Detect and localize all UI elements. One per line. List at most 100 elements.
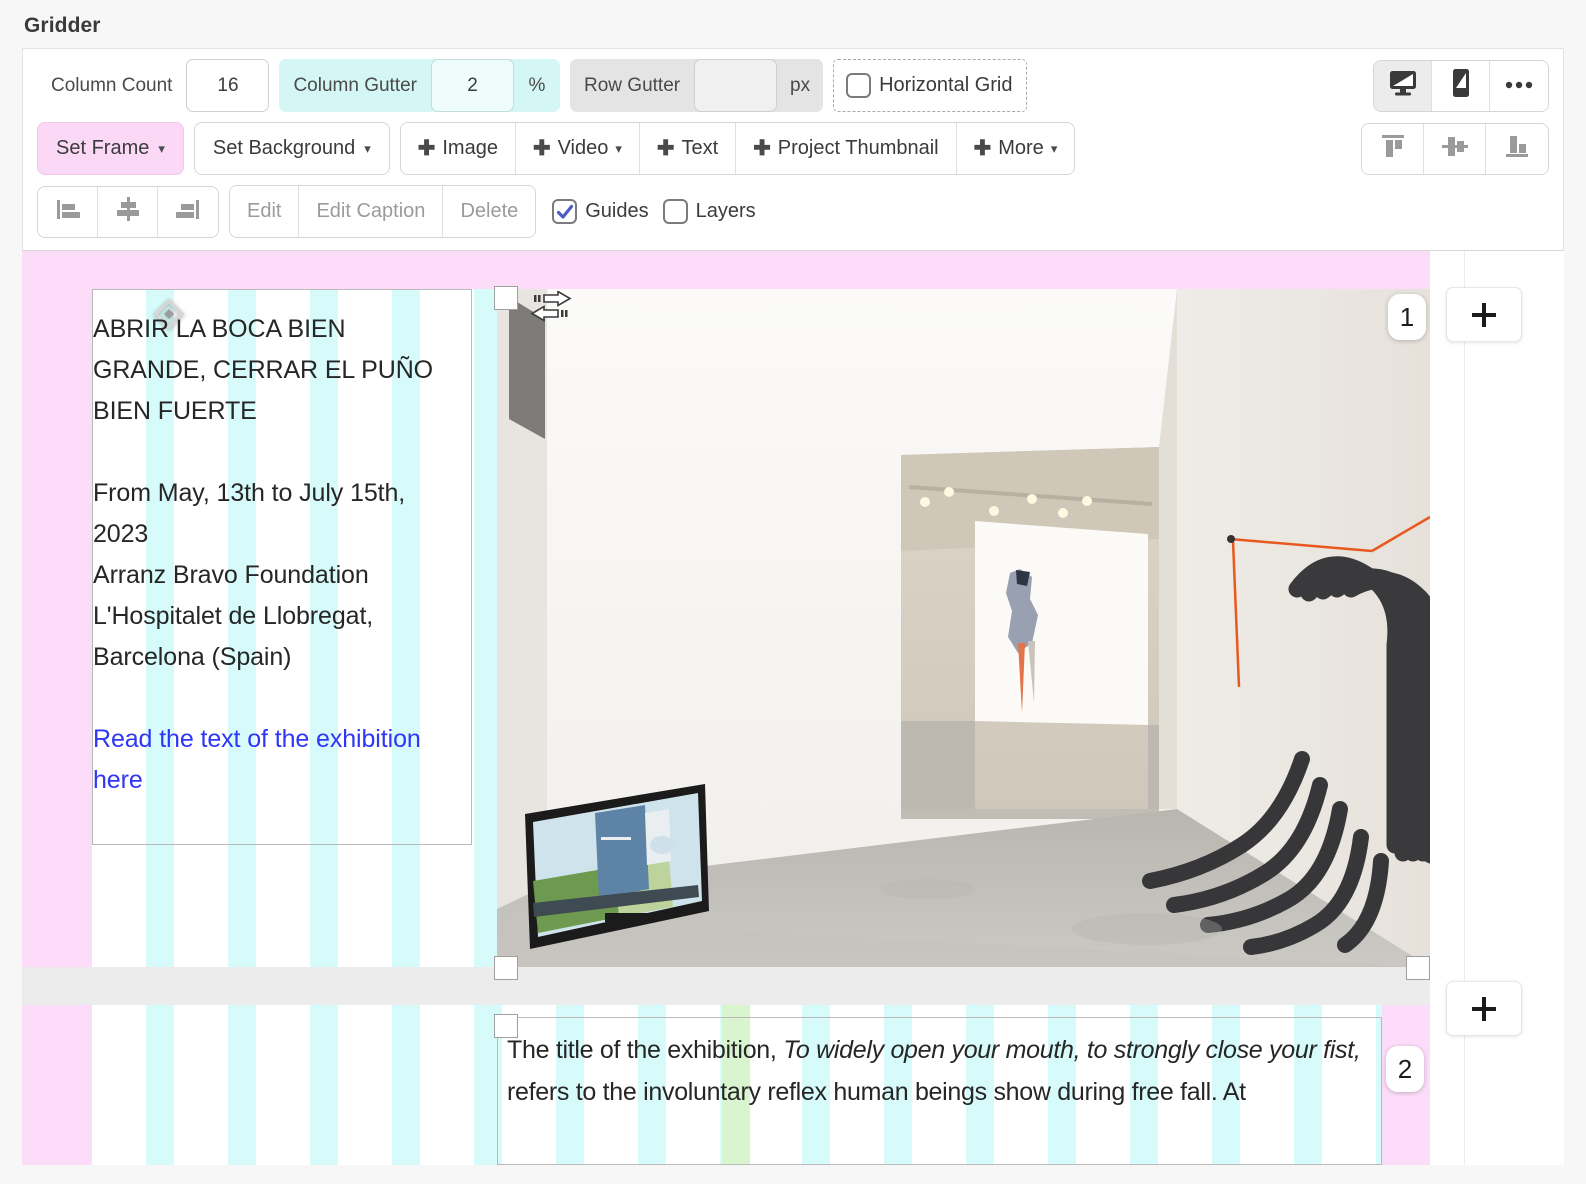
plus-icon: ✚ xyxy=(753,138,771,159)
resize-handle-bottom-left[interactable] xyxy=(494,956,518,980)
add-more-button[interactable]: ✚ More ▾ xyxy=(957,123,1075,174)
text-spacer xyxy=(93,432,465,473)
align-middle-icon xyxy=(1438,129,1472,168)
add-section-button-2[interactable] xyxy=(1446,981,1522,1036)
vertical-align-group xyxy=(1361,123,1549,175)
ellipsis-icon xyxy=(1504,77,1534,95)
add-text-label: Text xyxy=(682,137,719,160)
set-frame-label: Set Frame xyxy=(56,137,149,160)
body-text-part2: refers to the involuntary reflex human b… xyxy=(507,1078,1246,1106)
text-spacer-2 xyxy=(93,678,465,719)
align-top-icon xyxy=(1376,129,1410,168)
row-gutter-band xyxy=(22,967,1430,1005)
toolbar-row-edit: Edit Edit Caption Delete Guides Layers xyxy=(23,175,1563,250)
row-gutter-group: Row Gutter px xyxy=(570,59,823,112)
exhibition-dates: From May, 13th to July 15th, 2023 xyxy=(93,473,465,555)
gallery-installation-photo[interactable] xyxy=(497,289,1430,967)
insert-button-bar: ✚ Image ✚ Video ▾ ✚ Text ✚ Project Thumb… xyxy=(400,122,1076,175)
column-gutter-input[interactable]: 2 xyxy=(431,59,514,112)
layers-checkbox[interactable] xyxy=(663,199,688,224)
add-video-label: Video xyxy=(558,137,609,160)
add-video-button[interactable]: ✚ Video ▾ xyxy=(516,123,640,174)
row-gutter-unit: px xyxy=(777,59,823,112)
column-gutter-unit: % xyxy=(514,59,560,112)
align-middle-button[interactable] xyxy=(1424,124,1486,174)
horizontal-grid-checkbox-group[interactable]: Horizontal Grid xyxy=(833,59,1027,112)
resize-handle-top-left[interactable] xyxy=(494,286,518,310)
add-image-label: Image xyxy=(442,137,498,160)
add-image-button[interactable]: ✚ Image xyxy=(401,123,516,174)
design-canvas[interactable]: ABRIR LA BOCA BIEN GRANDE, CERRAR EL PUÑ… xyxy=(22,251,1564,1165)
column-gutter-label: Column Gutter xyxy=(279,59,431,112)
horizontal-grid-checkbox[interactable] xyxy=(846,73,871,98)
chevron-down-icon: ▾ xyxy=(1051,142,1058,155)
guides-label: Guides xyxy=(585,200,648,223)
edit-button-bar: Edit Edit Caption Delete xyxy=(229,185,536,238)
chevron-down-icon: ▾ xyxy=(364,142,371,155)
plus-icon: ✚ xyxy=(533,138,551,159)
add-text-button[interactable]: ✚ Text xyxy=(640,123,736,174)
phone-icon xyxy=(1451,68,1471,103)
delete-button[interactable]: Delete xyxy=(443,186,535,237)
view-mode-mobile-button[interactable] xyxy=(1432,61,1490,111)
view-mode-desktop-button[interactable] xyxy=(1374,61,1432,111)
monitor-icon xyxy=(1388,69,1418,102)
column-count-input[interactable]: 16 xyxy=(186,59,269,112)
exhibition-body-text[interactable]: The title of the exhibition, To widely o… xyxy=(507,1029,1373,1113)
guides-checkbox[interactable] xyxy=(552,199,577,224)
align-left-button[interactable] xyxy=(38,187,98,237)
edit-caption-button[interactable]: Edit Caption xyxy=(299,186,443,237)
horizontal-align-group xyxy=(37,186,219,238)
toolbar-row-grid-settings: Column Count 16 Column Gutter 2 % Row Gu… xyxy=(23,49,1563,112)
resize-handle-bottom-right[interactable] xyxy=(1406,956,1430,980)
layers-label: Layers xyxy=(696,200,756,223)
set-background-button[interactable]: Set Background ▾ xyxy=(194,122,390,175)
edit-button[interactable]: Edit xyxy=(230,186,299,237)
plus-icon: ✚ xyxy=(974,138,992,159)
plus-icon: ✚ xyxy=(657,138,675,159)
exhibition-text-block[interactable]: ABRIR LA BOCA BIEN GRANDE, CERRAR EL PUÑ… xyxy=(93,309,465,801)
align-bottom-icon xyxy=(1500,129,1534,168)
section-badge-1[interactable]: 1 xyxy=(1388,294,1426,340)
photo-svg xyxy=(497,289,1430,967)
layers-checkbox-group[interactable]: Layers xyxy=(663,199,756,224)
guides-checkbox-group[interactable]: Guides xyxy=(552,199,648,224)
add-section-button-1[interactable] xyxy=(1446,287,1522,342)
view-mode-group xyxy=(1373,60,1549,112)
column-count-group: Column Count 16 xyxy=(37,59,269,112)
chevron-down-icon: ▾ xyxy=(158,142,165,155)
body-text-part1: The title of the exhibition, xyxy=(507,1036,783,1064)
horizontal-resize-icon[interactable] xyxy=(530,291,572,330)
align-center-icon xyxy=(111,192,145,231)
align-bottom-button[interactable] xyxy=(1486,124,1548,174)
horizontal-grid-label: Horizontal Grid xyxy=(879,74,1012,97)
row-gutter-label: Row Gutter xyxy=(570,59,694,112)
exhibition-heading: ABRIR LA BOCA BIEN GRANDE, CERRAR EL PUÑ… xyxy=(93,309,465,432)
toolbar-panel: Column Count 16 Column Gutter 2 % Row Gu… xyxy=(22,48,1564,251)
toolbar-row-insert: Set Frame ▾ Set Background ▾ ✚ Image ✚ V… xyxy=(23,112,1563,175)
section-badge-2[interactable]: 2 xyxy=(1386,1046,1424,1092)
plus-icon xyxy=(1469,994,1499,1024)
add-project-thumbnail-button[interactable]: ✚ Project Thumbnail xyxy=(736,123,956,174)
add-project-thumbnail-label: Project Thumbnail xyxy=(778,137,939,160)
add-more-label: More xyxy=(998,137,1044,160)
align-center-button[interactable] xyxy=(98,187,158,237)
chevron-down-icon: ▾ xyxy=(615,142,622,155)
row-gutter-input[interactable] xyxy=(694,59,777,112)
set-background-label: Set Background xyxy=(213,137,355,160)
column-count-label: Column Count xyxy=(37,59,186,112)
set-frame-button[interactable]: Set Frame ▾ xyxy=(37,122,184,175)
align-right-button[interactable] xyxy=(158,187,218,237)
exhibition-venue: Arranz Bravo Foundation xyxy=(93,555,465,596)
align-top-button[interactable] xyxy=(1362,124,1424,174)
exhibition-text-link[interactable]: Read the text of the exhibition here xyxy=(93,719,465,801)
page-title: Gridder xyxy=(0,0,1586,48)
exhibition-city: L'Hospitalet de Llobregat, Barcelona (Sp… xyxy=(93,596,465,678)
plus-icon: ✚ xyxy=(418,138,436,159)
align-right-icon xyxy=(171,192,205,231)
more-options-button[interactable] xyxy=(1490,61,1548,111)
column-gutter-group: Column Gutter 2 % xyxy=(279,59,560,112)
align-left-icon xyxy=(51,192,85,231)
plus-icon xyxy=(1469,300,1499,330)
body-text-italic: To widely open your mouth, to strongly c… xyxy=(783,1036,1360,1064)
